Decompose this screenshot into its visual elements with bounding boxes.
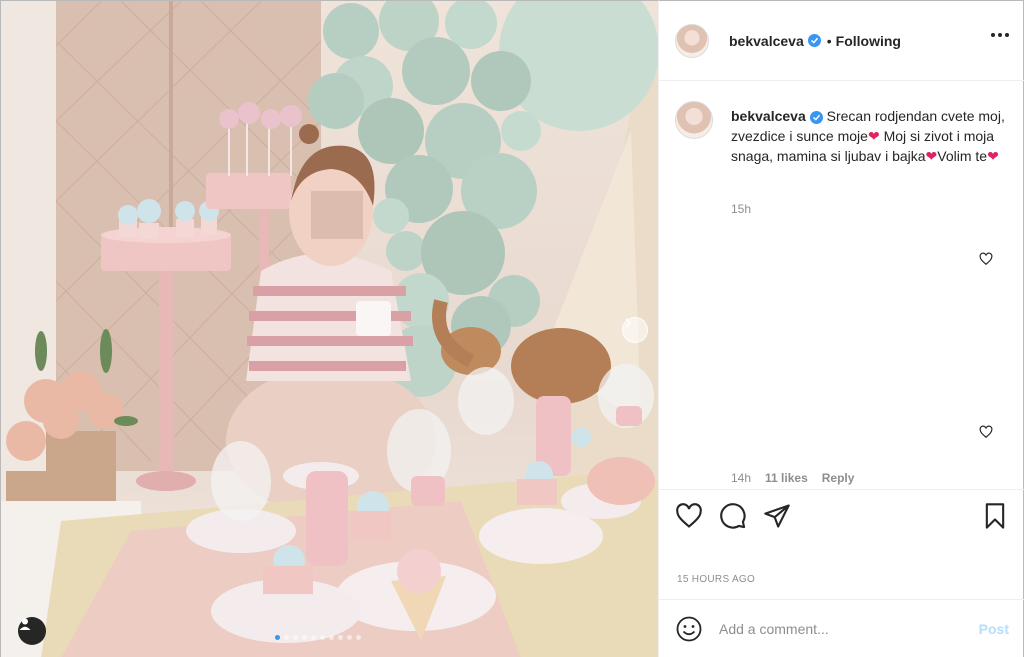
carousel-dot [284, 635, 289, 640]
more-options-icon[interactable] [991, 33, 1009, 37]
comment-like-heart-icon[interactable] [979, 252, 993, 266]
comment-bar: Post [659, 599, 1024, 657]
carousel-dot [302, 635, 307, 640]
comment-input[interactable] [719, 621, 959, 637]
verified-badge-icon [807, 34, 821, 47]
carousel-dot [347, 635, 352, 640]
header-separator: • [826, 32, 832, 49]
user-tag-icon [19, 618, 31, 630]
caption-text: bekvalceva Srecan rodjendan cvete moj, z… [731, 106, 1005, 166]
post-header: bekvalceva • Following [659, 1, 1024, 81]
next-image-button[interactable] [622, 317, 648, 343]
avatar[interactable] [675, 23, 709, 58]
verified-badge-icon [809, 111, 823, 124]
action-bar [659, 489, 1024, 545]
carousel-dot [329, 635, 334, 640]
heart-emoji: ❤ [987, 148, 999, 164]
heart-icon[interactable] [675, 502, 703, 530]
comment-icon[interactable] [719, 502, 747, 530]
post-image[interactable] [0, 0, 658, 657]
carousel-indicator [275, 635, 361, 640]
heart-emoji: ❤ [925, 148, 938, 164]
reply-button[interactable]: Reply [822, 471, 855, 485]
post-details-panel: bekvalceva • Following bekvalceva Srecan… [658, 0, 1024, 657]
following-button[interactable]: Following [836, 33, 901, 49]
caption: bekvalceva Srecan rodjendan cvete moj, z… [675, 101, 1005, 166]
carousel-dot [275, 635, 280, 640]
carousel-dot [311, 635, 316, 640]
heart-emoji: ❤ [867, 128, 880, 144]
caption-username[interactable]: bekvalceva [731, 108, 806, 124]
tagged-users-button[interactable] [18, 617, 46, 645]
comment-like-heart-icon[interactable] [979, 425, 993, 439]
post-comment-button[interactable]: Post [979, 621, 1009, 637]
emoji-icon[interactable] [675, 615, 703, 643]
post-timestamp: 15 HOURS AGO [677, 574, 756, 585]
carousel-dot [356, 635, 361, 640]
carousel-dot [338, 635, 343, 640]
share-icon[interactable] [763, 502, 791, 530]
carousel-dot [293, 635, 298, 640]
comment-time: 14h [731, 471, 752, 485]
comment-likes[interactable]: 11 likes [765, 471, 808, 485]
photo-illustration [1, 1, 658, 657]
caption-time: 15h [731, 202, 752, 216]
carousel-dot [320, 635, 325, 640]
caption-part-3: Volim te [937, 148, 988, 164]
chevron-right-icon [625, 318, 632, 328]
save-icon[interactable] [981, 502, 1009, 530]
comment-meta: 14h 11 likes Reply [731, 471, 854, 485]
caption-avatar[interactable] [675, 101, 713, 139]
header-username[interactable]: bekvalceva [729, 33, 804, 49]
